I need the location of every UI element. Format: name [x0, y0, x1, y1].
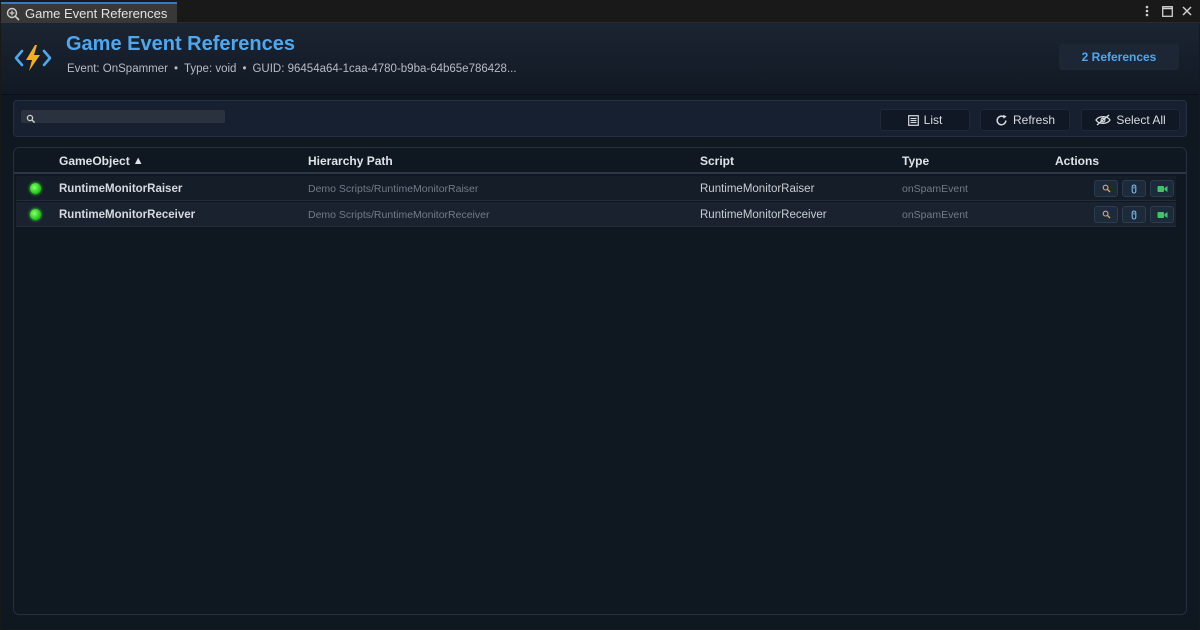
status-indicator-icon [30, 209, 41, 220]
script-cell: RuntimeMonitorReceiver [700, 208, 827, 221]
ping-button[interactable] [1094, 206, 1118, 223]
hidden-eye-icon [1095, 114, 1112, 126]
ping-button[interactable] [1094, 180, 1118, 197]
event-name: Event: OnSpammer [67, 63, 168, 75]
game-event-references-window: Game Event References Event: OnSpammer • T… [1, 23, 1199, 629]
list-button[interactable]: List [880, 109, 970, 131]
type-cell: onSpamEvent [902, 182, 968, 195]
menu-icon[interactable] [1140, 3, 1154, 19]
select-all-button-label: Select All [1116, 113, 1166, 127]
list-button-label: List [923, 113, 943, 127]
refresh-button-label: Refresh [1012, 113, 1056, 127]
column-header-gameobject[interactable]: GameObject ▲ [59, 154, 144, 168]
table-row[interactable]: RuntimeMonitorReceiver Demo Scripts/Runt… [16, 202, 1176, 227]
hierarchy-path-cell: Demo Scripts/RuntimeMonitorReceiver [308, 208, 490, 221]
editor-tab-bar: Game Event References [0, 0, 1200, 23]
refresh-icon [995, 114, 1008, 127]
hierarchy-path-cell: Demo Scripts/RuntimeMonitorRaiser [308, 182, 479, 195]
inspect-icon [5, 6, 21, 22]
ping-icon [1102, 184, 1110, 193]
gameobject-cell: RuntimeMonitorRaiser [59, 182, 183, 195]
references-table: GameObject ▲ Hierarchy Path Script Type … [13, 147, 1187, 615]
gameobject-cell: RuntimeMonitorReceiver [59, 208, 196, 221]
list-icon [907, 114, 919, 126]
close-icon[interactable] [1180, 3, 1194, 19]
column-header-type[interactable]: Type [902, 154, 929, 168]
event-metadata: Event: OnSpammer • Type: void • GUID: 96454a… [67, 63, 517, 75]
refresh-button[interactable]: Refresh [980, 109, 1070, 131]
status-indicator-icon [30, 183, 41, 194]
sort-ascending-icon: ▲ [132, 155, 144, 167]
select-icon [1131, 183, 1137, 194]
type-cell: onSpamEvent [902, 208, 968, 221]
focus-camera-icon [1157, 185, 1167, 192]
page-title: Game Event References [66, 33, 296, 55]
search-icon [26, 111, 36, 124]
ping-icon [1102, 210, 1110, 219]
select-button[interactable] [1122, 180, 1146, 197]
focus-camera-button[interactable] [1150, 206, 1174, 223]
column-header-script[interactable]: Script [700, 154, 734, 168]
select-button[interactable] [1122, 206, 1146, 223]
event-guid: GUID: 96454a64-1caa-4780-b9ba-64b65e7864… [252, 63, 517, 75]
focus-camera-icon [1157, 211, 1167, 218]
search-input[interactable] [20, 109, 226, 124]
focus-camera-button[interactable] [1150, 180, 1174, 197]
maximize-icon[interactable] [1160, 3, 1174, 19]
column-header-label: GameObject [59, 154, 130, 168]
reference-count-badge: 2 References [1059, 44, 1179, 70]
script-cell: RuntimeMonitorRaiser [700, 182, 815, 195]
column-header-actions: Actions [1055, 154, 1100, 168]
header: Game Event References Event: OnSpammer • T… [1, 23, 1199, 95]
game-event-bolt-icon [13, 42, 53, 74]
table-row[interactable]: RuntimeMonitorRaiser Demo Scripts/Runtim… [16, 176, 1176, 201]
event-type: Type: void [184, 63, 237, 75]
separator: • [242, 63, 247, 75]
table-header: GameObject ▲ Hierarchy Path Script Type … [14, 148, 1186, 174]
separator: • [173, 63, 179, 75]
select-icon [1131, 209, 1137, 220]
select-all-button[interactable]: Select All [1081, 109, 1180, 131]
toolbar: List Refresh Select All [13, 100, 1187, 137]
window-tab[interactable]: Game Event References [1, 2, 177, 23]
window-tab-title: Game Event References [25, 6, 168, 21]
column-header-hierarchy-path[interactable]: Hierarchy Path [308, 154, 393, 168]
